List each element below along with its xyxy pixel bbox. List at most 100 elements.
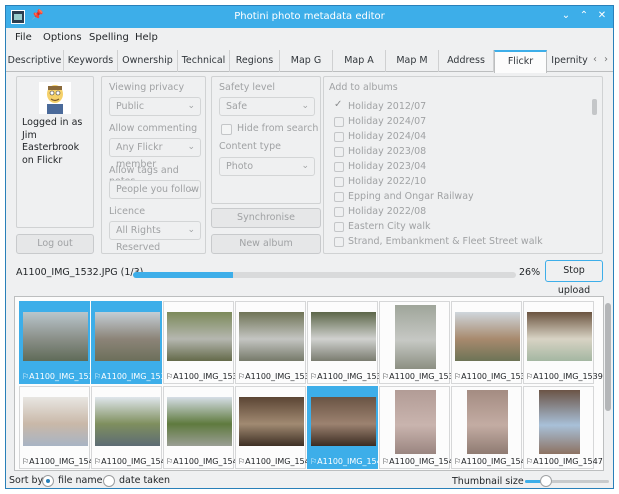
thumbnail-a1100-img-1533[interactable]: ⚐A1100_IMG_1533 [91,301,171,384]
album-checkbox[interactable] [334,162,344,172]
thumbnail-a1100-img-1539[interactable]: ⚐A1100_IMG_1539 [523,301,603,384]
thumbnail-a1100-img-1536[interactable]: ⚐A1100_IMG_1536 [307,301,387,384]
photo-thumbnail-image [23,312,88,361]
tab-keywords[interactable]: Keywords [64,50,118,72]
licence-select[interactable]: All Rights Reserved ⌄ [109,221,201,253]
tab-bar: Descriptive Keywords Ownership Technical… [6,50,613,73]
thumbnail-caption: ⚐A1100_IMG_1537 [382,372,459,381]
menu-options[interactable]: Options [43,32,82,43]
menu-spelling[interactable]: Spelling [89,32,129,43]
album-checkbox[interactable] [334,132,344,142]
minimize-icon[interactable]: ⌄ [559,9,573,23]
tab-ipernity[interactable]: Ipernity [547,50,592,72]
photo-thumbnail-image [95,312,160,361]
albums-scrollbar[interactable] [592,99,597,115]
album-checkbox[interactable] [334,207,344,217]
thumbnail-a1100-img-1544[interactable]: ⚐A1100_IMG_1544 [307,386,387,469]
chevron-down-icon: ⌄ [187,101,195,111]
album-checkbox[interactable] [334,192,344,202]
tab-technical[interactable]: Technical [178,50,230,72]
tab-map-a[interactable]: Map A [333,50,386,72]
tab-regions[interactable]: Regions [230,50,280,72]
photo-thumbnail-image [467,390,508,454]
thumbnail-caption: ⚐A1100_IMG_1538 [454,372,531,381]
album-checkbox[interactable] [334,117,344,127]
content-type-select[interactable]: Photo ⌄ [219,157,315,176]
synchronise-button[interactable]: Synchronise [211,208,321,228]
photo-thumbnail-image [455,312,520,361]
thumbnail-a1100-img-1545[interactable]: ⚐A1100_IMG_1545 [379,386,459,469]
titlebar[interactable]: 📌 Photini photo metadata editor ⌄ ⌃ ✕ [6,6,613,28]
tab-flickr[interactable]: Flickr [494,50,547,73]
content-type-label: Content type [219,141,282,152]
hide-from-search-checkbox[interactable] [221,124,232,135]
chevron-left-icon[interactable]: ‹ [593,54,597,65]
tab-descriptive[interactable]: Descriptive [6,50,64,72]
album-label: Holiday 2024/04 [348,131,427,142]
thumbnail-size-slider[interactable] [525,475,609,487]
viewing-privacy-label: Viewing privacy [109,82,185,93]
account-panel: Logged in as Jim Easterbrook on Flickr [16,76,94,228]
photo-thumbnail-image [239,312,304,361]
safety-level-value: Safe [226,101,248,112]
menu-file[interactable]: File [15,32,32,43]
thumbnail-caption: ⚐A1100_IMG_1540 [22,457,99,466]
new-album-button[interactable]: New album [211,234,321,254]
thumbnail-grid: ⚐A1100_IMG_1532 ⚐A1100_IMG_1533 ⚐A1100_IMG… [14,296,604,471]
album-label: Holiday 2022/08 [348,206,427,217]
thumbnail-a1100-img-1535[interactable]: ⚐A1100_IMG_1535 [235,301,315,384]
menu-help[interactable]: Help [135,32,158,43]
thumbnail-a1100-img-1542[interactable]: ⚐A1100_IMG_1542 [163,386,243,469]
tab-address[interactable]: Address [439,50,494,72]
stop-upload-button[interactable]: Stop upload [545,260,603,296]
thumbnail-a1100-img-1537[interactable]: ⚐A1100_IMG_1537 [379,301,459,384]
chevron-right-icon[interactable]: › [604,54,608,65]
sort-file-name-radio[interactable] [42,475,54,487]
album-label: Holiday 2022/10 [348,176,427,187]
thumbnail-a1100-img-1543[interactable]: ⚐A1100_IMG_1543 [235,386,315,469]
thumbnail-a1100-img-1532[interactable]: ⚐A1100_IMG_1532 [19,301,99,384]
thumbnail-size-label: Thumbnail size [452,476,524,487]
thumbnail-caption: ⚐A1100_IMG_1541 [94,457,171,466]
album-checkbox[interactable] [334,147,344,157]
chevron-down-icon: ⌄ [301,161,309,171]
user-avatar [39,82,71,114]
allow-tags-select[interactable]: People you follow ⌄ [109,180,201,199]
thumbnail-a1100-img-1546[interactable]: ⚐A1100_IMG_1546 [451,386,531,469]
tab-map-g[interactable]: Map G [280,50,333,72]
menubar: File Options Spelling Help [6,28,613,48]
content-type-value: Photo [226,161,254,172]
photo-thumbnail-image [167,397,232,446]
thumbnail-a1100-img-1547[interactable]: ⚐A1100_IMG_1547 [523,386,603,469]
album-checkbox[interactable] [334,237,344,247]
upload-progress-fill [133,272,233,278]
sort-date-taken-radio[interactable] [103,475,115,487]
allow-commenting-label: Allow commenting [109,123,198,134]
thumbnail-caption: ⚐A1100_IMG_1546 [454,457,531,466]
sort-by-label: Sort by [9,475,44,486]
album-checkbox[interactable] [334,222,344,232]
maximize-icon[interactable]: ⌃ [577,9,591,23]
thumbnail-a1100-img-1534[interactable]: ⚐A1100_IMG_1534 [163,301,243,384]
safety-level-label: Safety level [219,82,275,93]
tab-ownership[interactable]: Ownership [118,50,178,72]
thumbnail-scrollbar[interactable] [605,303,611,411]
tab-map-m[interactable]: Map M [386,50,439,72]
add-to-albums-label: Add to albums [329,82,398,93]
slider-handle[interactable] [540,475,552,487]
thumbnail-caption: ⚐A1100_IMG_1542 [166,457,243,466]
viewing-privacy-select[interactable]: Public ⌄ [109,97,201,116]
close-icon[interactable]: ✕ [595,9,609,23]
sort-file-name-label: file name [58,475,103,486]
album-checkbox[interactable] [334,177,344,187]
allow-commenting-select[interactable]: Any Flickr member ⌄ [109,138,201,170]
photo-thumbnail-image [395,305,436,369]
viewing-privacy-value: Public [116,101,145,112]
log-out-button[interactable]: Log out [16,234,94,254]
thumbnail-a1100-img-1541[interactable]: ⚐A1100_IMG_1541 [91,386,171,469]
thumbnail-a1100-img-1538[interactable]: ⚐A1100_IMG_1538 [451,301,531,384]
safety-level-select[interactable]: Safe ⌄ [219,97,315,116]
album-label: Strand, Embankment & Fleet Street walk [348,236,543,247]
upload-file-label: A1100_IMG_1532.JPG (1/3) [16,267,144,278]
thumbnail-a1100-img-1540[interactable]: ⚐A1100_IMG_1540 [19,386,99,469]
